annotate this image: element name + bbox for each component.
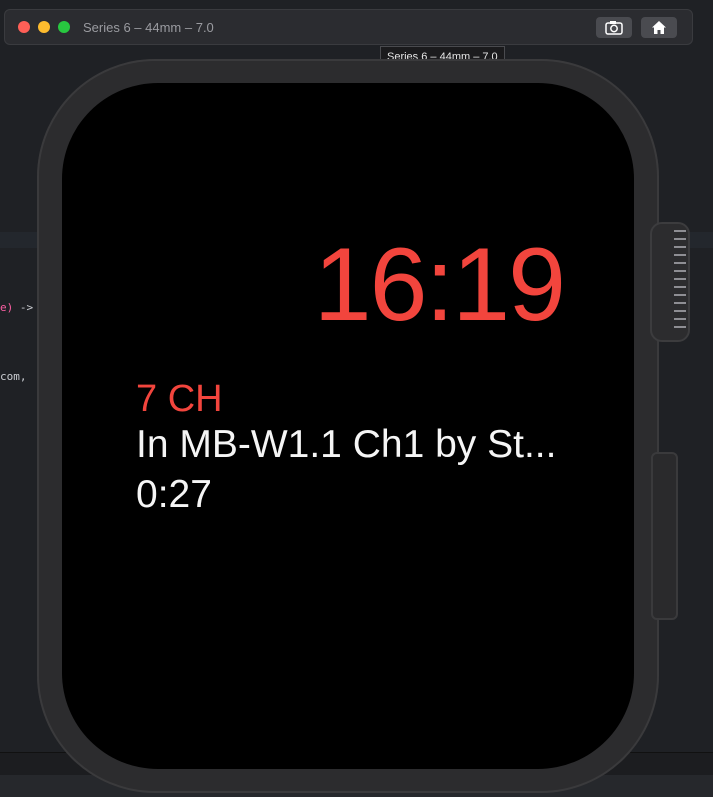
now-playing-elapsed: 0:27 (136, 473, 212, 516)
watch-time: 16:19 (313, 227, 566, 343)
watch-screen[interactable]: 16:19 7 CH In MB-W1.1 Ch1 by St... 0:27 (62, 83, 634, 769)
digital-crown[interactable] (650, 222, 690, 342)
crown-ridges (674, 230, 686, 334)
simulator-title-bar: Series 6 – 44mm – 7.0 (4, 9, 693, 45)
code-keyword: e) (0, 301, 14, 314)
simulator-stage: e) -> com, Series 6 – 44mm – 7.0 Series … (0, 0, 713, 797)
code-line-1: e) -> (0, 301, 33, 314)
now-playing-channel[interactable]: 7 CH (136, 378, 223, 421)
code-arrow: -> (13, 301, 34, 314)
camera-icon (605, 21, 623, 35)
code-line-2: com, (0, 370, 27, 383)
home-button[interactable] (641, 17, 677, 38)
minimize-window-button[interactable] (38, 21, 50, 33)
now-playing-track[interactable]: In MB-W1.1 Ch1 by St... (136, 423, 556, 467)
screenshot-button[interactable] (596, 17, 632, 38)
close-window-button[interactable] (18, 21, 30, 33)
home-icon (652, 21, 666, 34)
side-button[interactable] (651, 452, 678, 620)
window-title: Series 6 – 44mm – 7.0 (83, 20, 214, 35)
zoom-window-button[interactable] (58, 21, 70, 33)
